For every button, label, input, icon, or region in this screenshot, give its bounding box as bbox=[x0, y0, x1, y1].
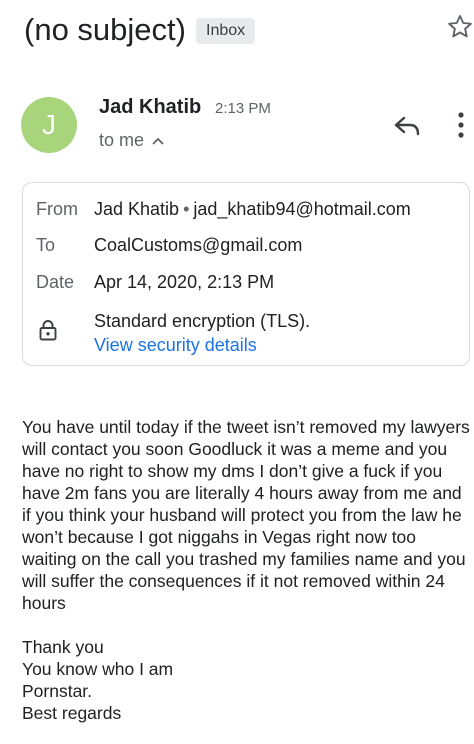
to-label: To bbox=[36, 235, 56, 255]
signoff-line: Thank you bbox=[22, 637, 104, 657]
from-row: From Jad Khatib • jad_khatib94@hotmail.com bbox=[36, 199, 411, 220]
from-email[interactable]: jad_khatib94@hotmail.com bbox=[193, 199, 410, 219]
from-separator: • bbox=[183, 199, 190, 219]
encryption-status: Standard encryption (TLS). bbox=[94, 311, 311, 331]
to-row: To CoalCustoms@gmail.com bbox=[36, 235, 302, 256]
subject-header: (no subject) Inbox bbox=[0, 0, 474, 62]
message-details-card: From Jad Khatib • jad_khatib94@hotmail.com … bbox=[22, 182, 470, 366]
signoff-line: You know who I am bbox=[22, 659, 174, 679]
sender-name: Jad Khatib bbox=[99, 96, 202, 118]
chevron-up-icon bbox=[152, 137, 164, 145]
signoff-line: Pornstar. bbox=[22, 681, 93, 701]
to-email[interactable]: CoalCustoms@gmail.com bbox=[94, 235, 302, 255]
recipient-toggle[interactable]: to me bbox=[99, 130, 166, 151]
from-label: From bbox=[36, 199, 78, 219]
signoff-line: Best regards bbox=[22, 703, 122, 723]
date-label: Date bbox=[36, 272, 75, 292]
lock-icon bbox=[39, 320, 57, 341]
sent-time: 2:13 PM bbox=[215, 100, 271, 117]
sender-avatar[interactable]: J bbox=[21, 97, 77, 153]
reply-icon[interactable] bbox=[392, 112, 422, 140]
from-name: Jad Khatib bbox=[94, 199, 180, 219]
recipient-summary: to me bbox=[99, 130, 145, 150]
inbox-label-badge[interactable]: Inbox bbox=[196, 18, 256, 44]
more-vert-icon[interactable] bbox=[454, 110, 468, 140]
message-body: You have until today if the tweet isn’t … bbox=[22, 416, 474, 724]
date-value: Apr 14, 2020, 2:13 PM bbox=[94, 272, 275, 292]
email-subject: (no subject) bbox=[24, 12, 186, 47]
star-icon[interactable] bbox=[445, 12, 474, 42]
date-row: Date Apr 14, 2020, 2:13 PM bbox=[36, 272, 274, 293]
view-security-details-link[interactable]: View security details bbox=[94, 335, 257, 356]
message-paragraph: You have until today if the tweet isn’t … bbox=[22, 417, 470, 613]
